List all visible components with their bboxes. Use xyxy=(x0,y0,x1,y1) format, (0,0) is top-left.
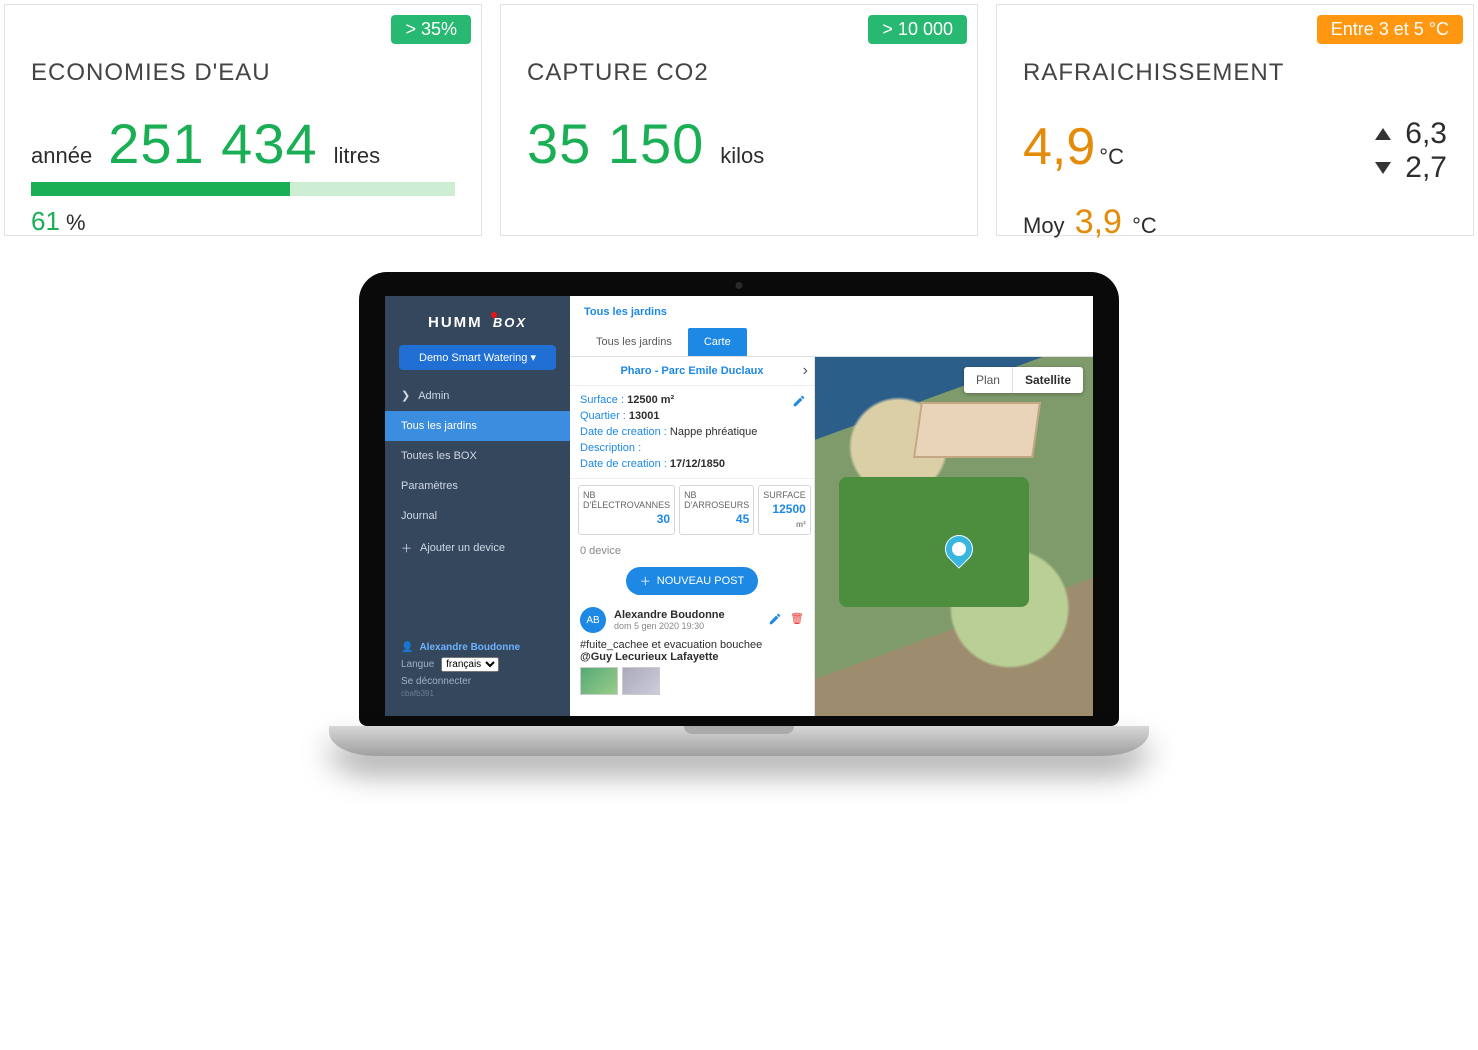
creation2-label: Date de creation : xyxy=(580,458,667,470)
quartier-label: Quartier : xyxy=(580,410,626,422)
lang-label: Langue xyxy=(401,659,434,670)
cooling-high: 6,3 xyxy=(1405,117,1447,151)
sidebar-add-device-label: Ajouter un device xyxy=(420,542,505,554)
cooling-unit: °C xyxy=(1099,144,1124,169)
build-id: cbafb391 xyxy=(401,689,554,698)
cooling-avg-value: 3,9 xyxy=(1075,203,1122,241)
breadcrumb: Tous les jardins xyxy=(570,296,1093,328)
map-lawn xyxy=(839,477,1029,607)
surface-value: 12500 m² xyxy=(627,394,674,406)
map-satellite-button[interactable]: Satellite xyxy=(1013,367,1083,393)
sidebar-item-parametres[interactable]: Paramètres xyxy=(385,471,570,501)
water-pct-unit: % xyxy=(66,210,86,235)
new-post-label: NOUVEAU POST xyxy=(657,575,744,587)
badge-water: > 35% xyxy=(391,15,471,44)
quartier-value: 13001 xyxy=(629,410,660,422)
badge-co2: > 10 000 xyxy=(868,15,967,44)
mini-electro-label: NB D'ÉLECTROVANNES xyxy=(583,490,670,510)
co2-unit: kilos xyxy=(720,143,764,169)
sidebar-user[interactable]: 👤 Alexandre Boudonne xyxy=(401,642,554,653)
water-progress-fill xyxy=(31,182,290,196)
creation-value: Nappe phréatique xyxy=(670,426,757,438)
edit-post-icon[interactable] xyxy=(768,612,782,629)
card-economies-eau: > 35% ECONOMIES D'EAU année 251 434 litr… xyxy=(4,4,482,236)
lang-select[interactable]: français xyxy=(441,657,499,672)
water-unit: litres xyxy=(334,143,380,169)
description-label: Description : xyxy=(580,442,641,454)
mini-arroseurs-label: NB D'ARROSEURS xyxy=(684,490,749,510)
user-icon: 👤 xyxy=(401,642,413,653)
cooling-value: 4,9 xyxy=(1023,118,1095,176)
map-plan-button[interactable]: Plan xyxy=(964,367,1013,393)
delete-post-icon[interactable]: 🗑 xyxy=(790,612,804,629)
sidebar-item-journal[interactable]: Journal xyxy=(385,501,570,531)
sidebar: HUMM BOX Demo Smart Watering ▾ ❯ Admin T… xyxy=(385,296,570,716)
badge-cooling: Entre 3 et 5 °C xyxy=(1317,15,1463,44)
mini-electro-value: 30 xyxy=(583,512,670,526)
mini-surface-unit: m² xyxy=(796,520,806,529)
creation2-value: 17/12/1850 xyxy=(670,458,725,470)
tab-carte[interactable]: Carte xyxy=(688,328,747,356)
post-body-text: #fuite_cachee et evacuation bouchee xyxy=(580,639,804,651)
water-prefix: année xyxy=(31,143,92,169)
account-dropdown[interactable]: Demo Smart Watering ▾ xyxy=(399,345,556,370)
card-capture-co2: > 10 000 CAPTURE CO2 35 150 kilos xyxy=(500,4,978,236)
sidebar-item-add-device[interactable]: ＋ Ajouter un device xyxy=(385,531,570,565)
water-progress-bar xyxy=(31,182,455,196)
garden-title: Pharo - Parc Emile Duclaux xyxy=(620,365,763,377)
co2-value: 35 150 xyxy=(527,111,704,176)
cooling-low: 2,7 xyxy=(1405,151,1447,185)
device-count: 0 device xyxy=(570,541,814,561)
account-dropdown-label: Demo Smart Watering xyxy=(419,352,527,364)
cooling-avg-unit: °C xyxy=(1132,213,1157,238)
card-cooling-title: RAFRAICHISSEMENT xyxy=(1023,59,1447,87)
creation-label: Date de creation : xyxy=(580,426,667,438)
post-date: dom 5 gen 2020 19:30 xyxy=(614,621,725,631)
new-post-button[interactable]: ＋ NOUVEAU POST xyxy=(626,567,758,595)
satellite-map[interactable]: Plan Satellite xyxy=(815,357,1093,716)
water-value: 251 434 xyxy=(108,111,317,176)
chevron-down-icon xyxy=(1375,162,1391,174)
sidebar-item-all-boxes[interactable]: Toutes les BOX xyxy=(385,441,570,471)
detail-panel: Pharo - Parc Emile Duclaux › Surface : 1… xyxy=(570,357,815,716)
logo-text-b: BOX xyxy=(493,315,527,330)
app-logo: HUMM BOX xyxy=(385,308,570,345)
post-thumb-1[interactable] xyxy=(580,667,618,695)
mini-arroseurs: NB D'ARROSEURS 45 xyxy=(679,485,754,535)
card-co2-title: CAPTURE CO2 xyxy=(527,59,951,87)
card-water-title: ECONOMIES D'EAU xyxy=(31,59,455,87)
mini-electrovannes: NB D'ÉLECTROVANNES 30 xyxy=(578,485,675,535)
map-building xyxy=(913,402,1041,458)
cooling-avg-label: Moy xyxy=(1023,213,1065,238)
mini-surface: SURFACE 12500 m² xyxy=(758,485,811,535)
post-thumb-2[interactable] xyxy=(622,667,660,695)
sidebar-item-admin[interactable]: ❯ Admin xyxy=(385,380,570,411)
mini-surface-value: 12500 xyxy=(772,502,805,516)
arrow-right-icon[interactable]: › xyxy=(803,362,808,380)
post-author: Alexandre Boudonne xyxy=(614,609,725,621)
sidebar-item-all-gardens[interactable]: Tous les jardins xyxy=(385,411,570,441)
map-type-control: Plan Satellite xyxy=(964,367,1083,393)
laptop-mockup: HUMM BOX Demo Smart Watering ▾ ❯ Admin T… xyxy=(359,272,1119,756)
avatar: AB xyxy=(580,607,606,633)
camera-icon xyxy=(736,282,743,289)
edit-garden-icon[interactable] xyxy=(792,394,806,411)
mini-surface-label: SURFACE xyxy=(763,490,806,500)
surface-label: Surface : xyxy=(580,394,624,406)
sidebar-user-name: Alexandre Boudonne xyxy=(419,642,520,653)
post: AB Alexandre Boudonne dom 5 gen 2020 19:… xyxy=(570,601,814,701)
chevron-up-icon xyxy=(1375,128,1391,140)
logout-link[interactable]: Se déconnecter xyxy=(401,676,554,687)
card-rafraichissement: Entre 3 et 5 °C RAFRAICHISSEMENT 4,9°C 6… xyxy=(996,4,1474,236)
laptop-notch xyxy=(684,726,794,734)
logo-text-a: HUMM xyxy=(428,314,483,331)
water-pct-value: 61 xyxy=(31,206,60,236)
post-mention: @Guy Lecurieux Lafayette xyxy=(580,651,804,663)
tab-all-gardens[interactable]: Tous les jardins xyxy=(580,328,688,356)
sidebar-admin-label: Admin xyxy=(418,390,449,402)
mini-arroseurs-value: 45 xyxy=(684,512,749,526)
